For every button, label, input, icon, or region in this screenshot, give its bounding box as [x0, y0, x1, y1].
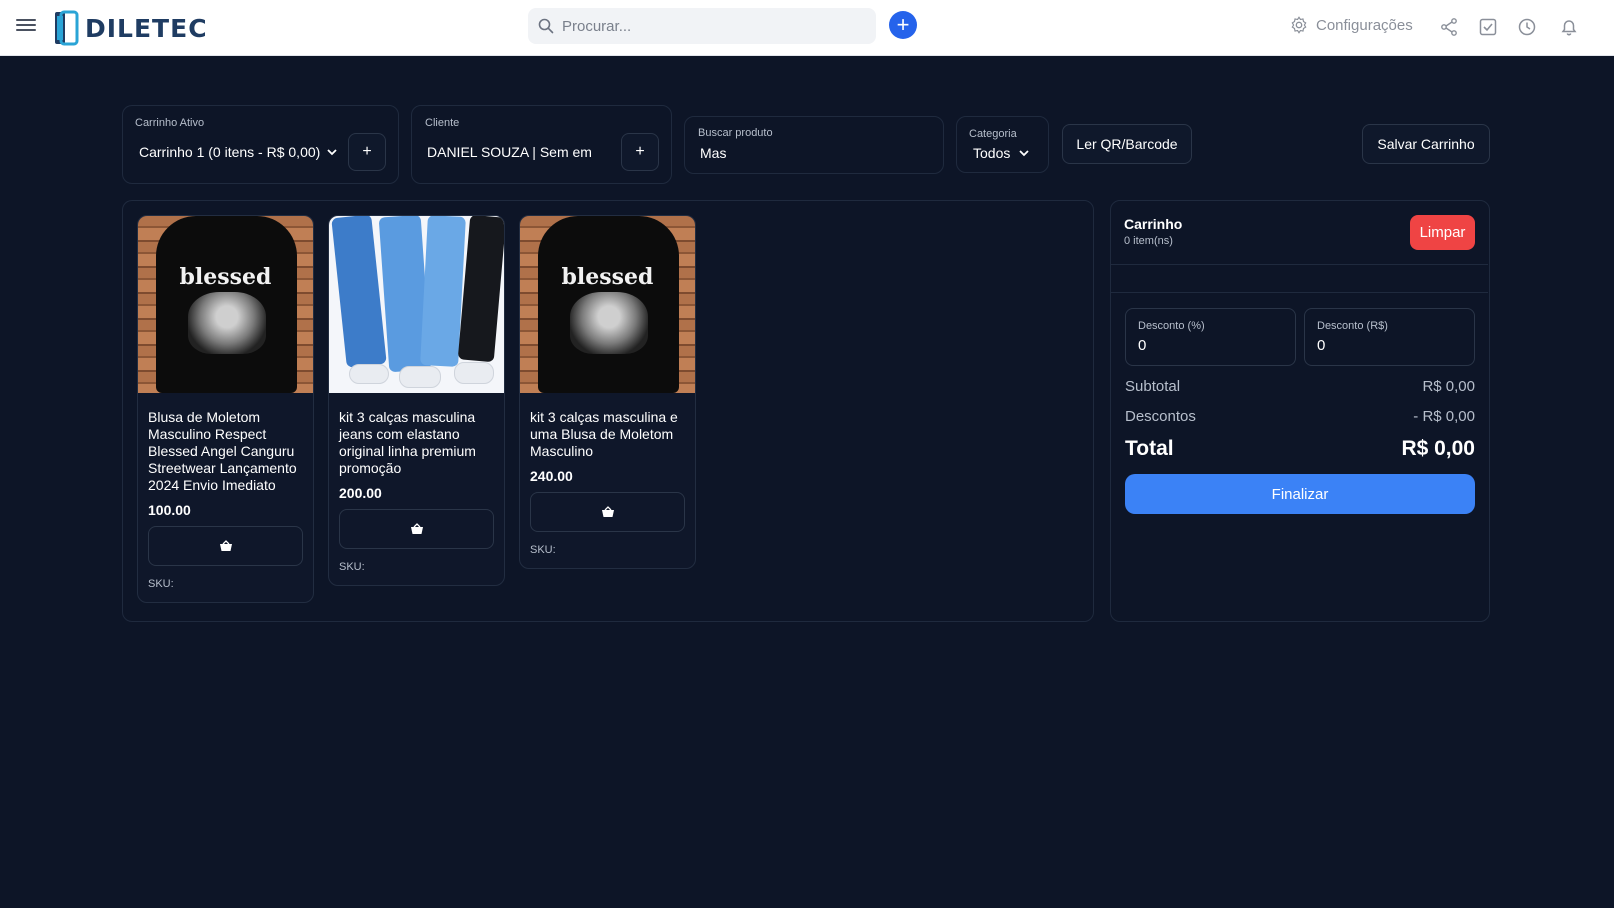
- logo-mark-icon: [55, 10, 79, 46]
- add-client-button[interactable]: +: [621, 133, 659, 171]
- discount-value-input[interactable]: [1317, 337, 1457, 354]
- category-label: Categoria: [969, 128, 1017, 140]
- product-search-label: Buscar produto: [698, 127, 773, 139]
- category-select[interactable]: Todos: [973, 145, 1030, 161]
- product-image-print: blessed: [179, 264, 272, 290]
- add-icon[interactable]: +: [889, 11, 917, 39]
- add-to-cart-button[interactable]: [148, 526, 303, 566]
- clock-icon[interactable]: [1517, 17, 1537, 37]
- brand-logo[interactable]: DILETEC: [53, 9, 208, 47]
- category-panel: Categoria Todos: [956, 116, 1049, 173]
- client-panel: Cliente DANIEL SOUZA | Sem email +: [411, 105, 672, 184]
- category-value: Todos: [973, 145, 1011, 161]
- active-cart-label: Carrinho Ativo: [135, 117, 205, 129]
- menu-icon[interactable]: [16, 16, 36, 36]
- product-sku: SKU:: [148, 578, 174, 590]
- basket-icon: [219, 540, 232, 551]
- divider: [1110, 264, 1488, 265]
- product-sku: SKU:: [339, 561, 365, 573]
- settings-link[interactable]: Configurações: [1290, 16, 1413, 34]
- finish-button[interactable]: Finalizar: [1125, 474, 1475, 514]
- active-cart-panel: Carrinho Ativo Carrinho 1 (0 itens - R$ …: [122, 105, 399, 184]
- clear-cart-button[interactable]: Limpar: [1410, 215, 1475, 250]
- product-name: Blusa de Moletom Masculino Respect Bless…: [148, 409, 297, 493]
- chevron-down-icon: [1019, 150, 1029, 157]
- discount-value-label: Desconto (R$): [1317, 320, 1388, 332]
- top-bar: DILETEC + Configurações: [0, 0, 1614, 56]
- subtotal-label: Subtotal: [1125, 378, 1181, 395]
- product-sku: SKU:: [530, 544, 556, 556]
- divider: [1110, 292, 1488, 293]
- brand-name: DILETEC: [85, 13, 208, 43]
- active-cart-select[interactable]: Carrinho 1 (0 itens - R$ 0,00): [139, 144, 338, 160]
- product-price: 200.00: [339, 485, 382, 501]
- total-value: R$ 0,00: [1401, 437, 1475, 460]
- discount-percent-input[interactable]: [1138, 337, 1278, 354]
- share-icon[interactable]: [1439, 17, 1459, 37]
- cart-title: Carrinho: [1124, 216, 1183, 232]
- basket-icon: [410, 523, 423, 534]
- add-to-cart-button[interactable]: [339, 509, 494, 549]
- search-icon: [538, 18, 554, 34]
- bell-icon[interactable]: [1559, 17, 1579, 37]
- check-square-icon[interactable]: [1478, 17, 1498, 37]
- save-cart-button[interactable]: Salvar Carrinho: [1362, 124, 1490, 164]
- product-search-input[interactable]: Mas: [700, 145, 726, 161]
- product-image: [329, 216, 504, 393]
- global-search[interactable]: [528, 8, 876, 44]
- qr-barcode-button[interactable]: Ler QR/Barcode: [1062, 124, 1192, 164]
- active-cart-value: Carrinho 1 (0 itens - R$ 0,00): [139, 144, 321, 160]
- basket-icon: [601, 506, 614, 517]
- client-select[interactable]: DANIEL SOUZA | Sem email: [427, 144, 592, 160]
- discounts-label: Descontos: [1125, 408, 1196, 425]
- add-cart-button[interactable]: +: [348, 133, 386, 171]
- product-card[interactable]: blessed Blusa de Moletom Masculino Respe…: [137, 215, 314, 603]
- chevron-down-icon: [327, 149, 337, 156]
- discount-percent-label: Desconto (%): [1138, 320, 1205, 332]
- discounts-value: - R$ 0,00: [1413, 408, 1475, 425]
- product-price: 100.00: [148, 502, 191, 518]
- product-name: kit 3 calças masculina jeans com elastan…: [339, 409, 476, 476]
- product-card[interactable]: blessed kit 3 calças masculina e uma Blu…: [519, 215, 696, 569]
- discount-percent-field[interactable]: Desconto (%): [1125, 308, 1296, 366]
- product-card[interactable]: kit 3 calças masculina jeans com elastan…: [328, 215, 505, 586]
- add-to-cart-button[interactable]: [530, 492, 685, 532]
- search-input[interactable]: [562, 17, 852, 35]
- product-search-panel: Buscar produto Mas: [684, 116, 944, 174]
- gear-icon: [1291, 16, 1307, 34]
- product-image-print: blessed: [561, 264, 654, 290]
- product-price: 240.00: [530, 468, 573, 484]
- settings-label: Configurações: [1316, 16, 1413, 34]
- client-label: Cliente: [425, 117, 460, 129]
- subtotal-value: R$ 0,00: [1422, 378, 1475, 395]
- product-image: blessed: [138, 216, 313, 393]
- product-name: kit 3 calças masculina e uma Blusa de Mo…: [530, 409, 678, 459]
- discount-value-field[interactable]: Desconto (R$): [1304, 308, 1475, 366]
- total-label: Total: [1125, 437, 1174, 460]
- product-image: blessed: [520, 216, 695, 393]
- cart-item-count: 0 item(ns): [1124, 235, 1173, 247]
